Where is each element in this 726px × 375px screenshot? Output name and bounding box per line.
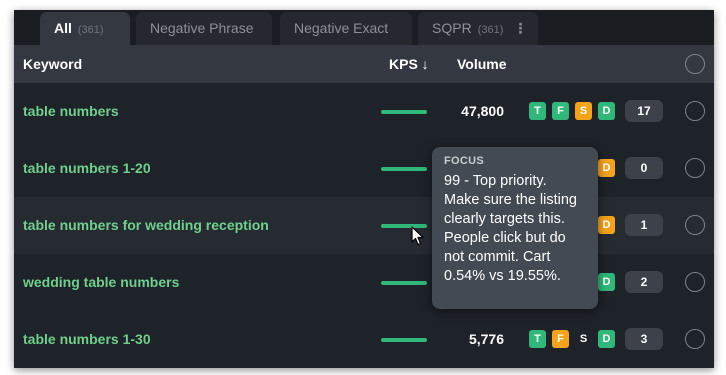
table-row[interactable]: table numbers 47,800 T F S D 17 <box>14 83 714 140</box>
row-checkbox[interactable] <box>685 272 705 292</box>
badge-d: D <box>598 330 615 348</box>
badge-d: D <box>598 273 615 291</box>
tab-negative-exact[interactable]: Negative Exact <box>280 12 412 45</box>
keyword-link[interactable]: table numbers 1-30 <box>23 311 151 368</box>
row-checkbox[interactable] <box>685 329 705 349</box>
badge-f: F <box>552 102 569 120</box>
focus-tooltip: FOCUS 99 - Top priority. Make sure the l… <box>432 147 598 309</box>
badge-t: T <box>529 102 546 120</box>
table-row[interactable]: table numbers 1-20 D 0 <box>14 140 714 197</box>
tooltip-body: 99 - Top priority. Make sure the listing… <box>444 173 577 284</box>
count-pill[interactable]: 1 <box>625 214 663 236</box>
badge-d: D <box>598 216 615 234</box>
mouse-cursor-icon <box>411 226 424 246</box>
table-row[interactable]: table numbers 1-30 5,776 T F S D 3 <box>14 311 714 368</box>
count-pill[interactable]: 3 <box>625 328 663 350</box>
count-pill[interactable]: 2 <box>625 271 663 293</box>
count-pill[interactable]: 17 <box>625 100 663 122</box>
count-pill[interactable]: 0 <box>625 157 663 179</box>
keyword-link[interactable]: table numbers 1-20 <box>23 140 151 197</box>
kps-bar <box>381 167 427 171</box>
volume-column-header[interactable]: Volume <box>457 45 507 83</box>
badge-d: D <box>598 159 615 177</box>
kps-bar <box>381 281 427 285</box>
tab-sqpr-label: SQPR <box>432 20 472 36</box>
tab-negative-exact-label: Negative Exact <box>294 20 389 36</box>
badge-s: S <box>575 102 592 120</box>
tab-negative-phrase-label: Negative Phrase <box>150 20 254 36</box>
kps-bar <box>381 110 427 114</box>
select-all-checkbox[interactable] <box>685 54 705 74</box>
keyword-panel: All (361) Negative Phrase Negative Exact … <box>14 10 714 368</box>
kps-column-header[interactable]: KPS ↓ <box>389 45 429 83</box>
keyword-link[interactable]: table numbers <box>23 83 119 140</box>
tab-bar: All (361) Negative Phrase Negative Exact … <box>14 10 714 45</box>
tab-sqpr-count: (361) <box>477 24 504 36</box>
badge-t: T <box>529 330 546 348</box>
tooltip-title: FOCUS <box>444 155 484 167</box>
keyword-link[interactable]: wedding table numbers <box>23 254 179 311</box>
row-checkbox[interactable] <box>685 158 705 178</box>
badge-f: F <box>552 330 569 348</box>
keyword-link[interactable]: table numbers for wedding reception <box>23 197 269 254</box>
badge-d: D <box>598 102 615 120</box>
table-row[interactable]: table numbers for wedding reception D 1 <box>14 197 714 254</box>
tab-negative-phrase[interactable]: Negative Phrase <box>136 12 272 45</box>
more-options-icon[interactable]: ⋮ <box>513 20 527 36</box>
tab-all[interactable]: All (361) <box>40 12 130 45</box>
kps-bar <box>381 338 427 342</box>
table-header: Keyword KPS ↓ Volume <box>14 45 714 83</box>
row-checkbox[interactable] <box>685 215 705 235</box>
badge-s: S <box>579 333 588 345</box>
tab-all-count: (361) <box>77 24 104 36</box>
keyword-column-header[interactable]: Keyword <box>23 45 82 83</box>
tab-sqpr[interactable]: SQPR (361) ⋮ <box>418 12 538 45</box>
row-checkbox[interactable] <box>685 101 705 121</box>
volume-value: 47,800 <box>461 103 504 119</box>
tab-all-label: All <box>54 20 72 36</box>
volume-value: 5,776 <box>468 331 504 347</box>
table-row[interactable]: wedding table numbers D 2 <box>14 254 714 311</box>
